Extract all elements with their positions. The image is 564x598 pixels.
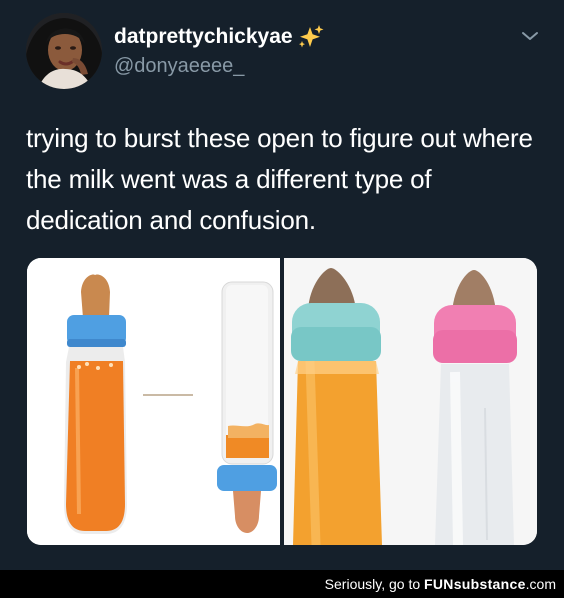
tweet-card: datprettychickyae @donyaeeee_ trying to … xyxy=(0,0,564,570)
tweet-media[interactable] xyxy=(27,258,537,545)
bottle-closeup-photo xyxy=(284,258,537,545)
tweet-text: trying to burst these open to figure out… xyxy=(26,123,533,235)
media-image-right[interactable] xyxy=(284,258,537,545)
watermark-suffix: .com xyxy=(525,576,556,592)
user-name-row: datprettychickyae xyxy=(114,24,324,50)
watermark-prefix: Seriously, go to xyxy=(324,576,425,592)
user-handle[interactable]: @donyaeeee_ xyxy=(114,55,244,77)
watermark-text: Seriously, go to FUNsubstance.com xyxy=(325,575,556,593)
avatar-photo xyxy=(26,13,102,89)
watermark-footer: Seriously, go to FUNsubstance.com xyxy=(0,570,564,598)
media-image-left[interactable] xyxy=(27,258,280,545)
watermark-brand: FUNsubstance xyxy=(424,576,526,592)
sparkles-icon xyxy=(298,24,324,50)
bottle-before-after-photo xyxy=(27,258,280,545)
display-name[interactable]: datprettychickyae xyxy=(114,25,293,49)
avatar[interactable] xyxy=(26,13,102,89)
chevron-down-icon[interactable] xyxy=(518,28,542,44)
